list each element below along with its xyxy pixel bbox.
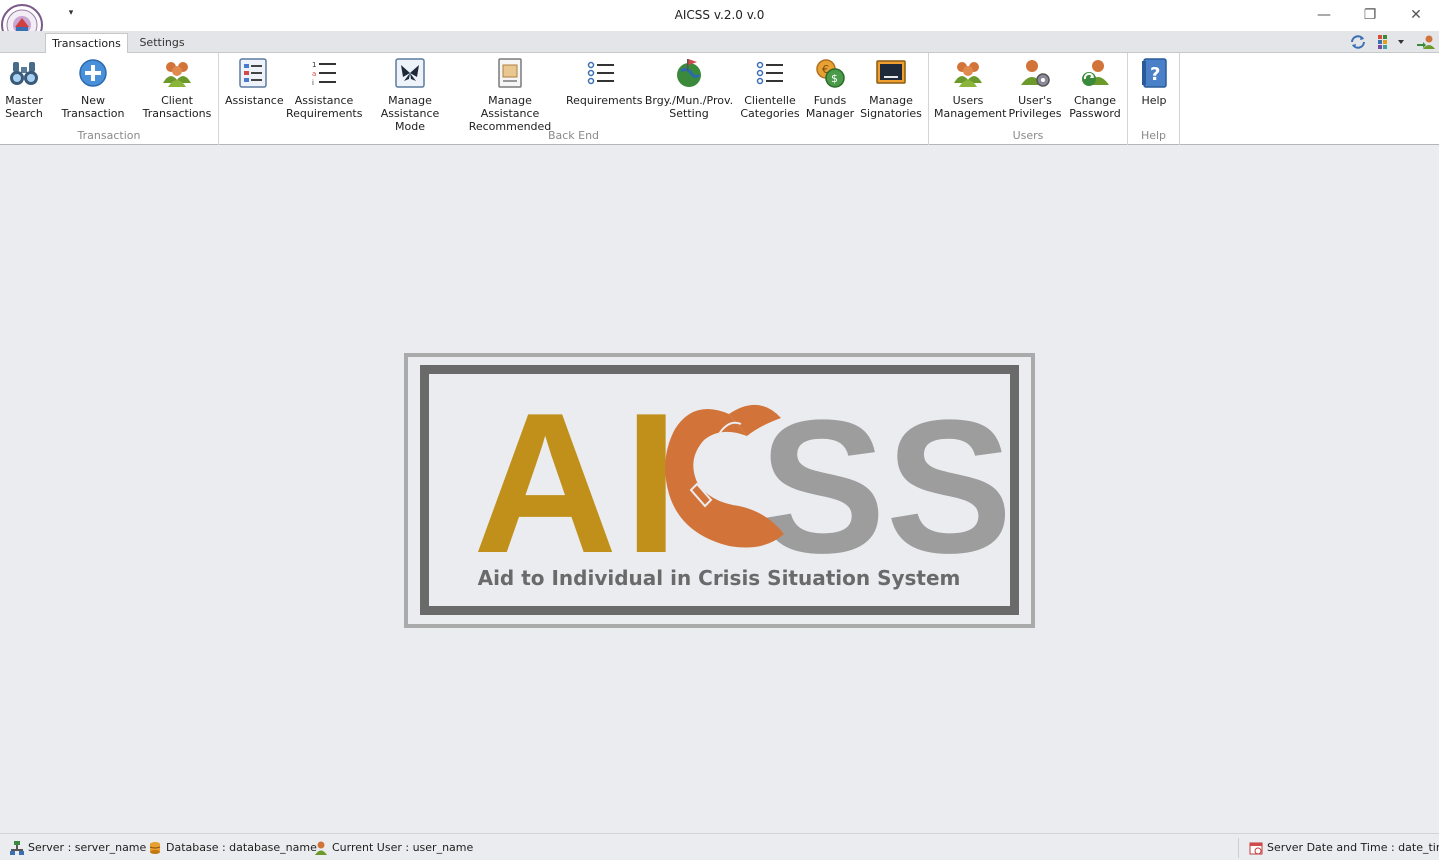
coins-icon: € $ bbox=[816, 59, 845, 88]
manage-assistance-recommended-button[interactable]: Manage Assistance Recommended bbox=[460, 57, 560, 133]
bullet-list-icon bbox=[587, 61, 614, 85]
status-separator bbox=[1238, 838, 1239, 858]
aicss-logo: AI SS Aid to Individual in Crisis Situat… bbox=[404, 353, 1035, 628]
logo-tagline: Aid to Individual in Crisis Situation Sy… bbox=[478, 566, 961, 590]
button-label: Change Password bbox=[1069, 94, 1121, 120]
button-label: Users Management bbox=[934, 94, 1007, 120]
manage-assistance-mode-button[interactable]: Manage Assistance Mode bbox=[368, 57, 452, 133]
restore-button[interactable]: ❐ bbox=[1347, 0, 1393, 30]
users-management-button[interactable]: Users Management bbox=[934, 57, 1007, 120]
button-label: Manage Assistance Mode bbox=[380, 94, 440, 133]
group-help: ? Help Help bbox=[1128, 53, 1180, 145]
binoculars-icon bbox=[10, 62, 38, 85]
bullet-list-icon bbox=[756, 61, 783, 85]
manage-signatories-button[interactable]: Manage Signatories bbox=[859, 57, 923, 120]
user-switch-icon[interactable] bbox=[1416, 34, 1436, 50]
status-server: Server : server_name bbox=[10, 839, 146, 857]
quick-access-dropdown[interactable]: ▾ bbox=[64, 8, 78, 22]
button-label: Brgy./Mun./Prov. Setting bbox=[644, 94, 734, 120]
logo-letters-ss-light: SS bbox=[759, 381, 1010, 593]
brgy-mun-prov-setting-button[interactable]: Brgy./Mun./Prov. Setting bbox=[643, 57, 735, 120]
list-form-icon bbox=[239, 58, 267, 88]
button-label: Manage Signatories bbox=[860, 94, 922, 120]
requirements-button[interactable]: Requirements bbox=[566, 57, 643, 107]
button-label: Master Search bbox=[5, 94, 43, 120]
new-transaction-button[interactable]: New Transaction bbox=[50, 57, 136, 120]
assistance-requirements-button[interactable]: 1 a i Assistance Requirements bbox=[286, 57, 362, 120]
user-icon bbox=[315, 841, 327, 855]
tab-transactions[interactable]: Transactions bbox=[45, 33, 128, 54]
svg-text:$: $ bbox=[831, 72, 838, 85]
close-button[interactable]: ✕ bbox=[1393, 0, 1439, 30]
logo-letters-ai: AI bbox=[473, 374, 685, 595]
monitor-icon bbox=[876, 60, 906, 84]
users-group-icon bbox=[163, 62, 191, 87]
status-user-text: Current User : user_name bbox=[332, 841, 474, 854]
logo-graphic: AI SS Aid to Individual in Crisis Situat… bbox=[473, 372, 1012, 595]
title-bar: ▾ AICSS v.2.0 v.0 — ❐ ✕ bbox=[0, 0, 1439, 46]
button-label: Requirements bbox=[566, 94, 643, 107]
minimize-button[interactable]: — bbox=[1301, 0, 1347, 30]
change-password-button[interactable]: Change Password bbox=[1067, 57, 1123, 120]
svg-text:i: i bbox=[312, 79, 314, 87]
ribbon: Master Search New Transaction Client Tra… bbox=[0, 53, 1439, 145]
group-caption: Help bbox=[1140, 129, 1167, 142]
group-caption: Back End bbox=[547, 129, 600, 142]
button-label: Manage Assistance Recommended bbox=[468, 94, 552, 133]
user-refresh-icon bbox=[1082, 60, 1109, 86]
funds-manager-button[interactable]: € $ Funds Manager bbox=[805, 57, 855, 120]
user-gear-icon bbox=[1021, 60, 1050, 87]
svg-text:1: 1 bbox=[312, 61, 316, 69]
svg-text:?: ? bbox=[1150, 64, 1160, 85]
calendar-icon bbox=[1249, 842, 1263, 855]
network-icon bbox=[10, 841, 24, 855]
status-database: Database : database_name bbox=[148, 839, 317, 857]
button-label: Assistance Requirements bbox=[286, 94, 363, 120]
button-label: Assistance bbox=[225, 94, 284, 107]
assistance-button[interactable]: Assistance bbox=[225, 57, 284, 107]
add-circle-icon bbox=[79, 59, 107, 87]
database-icon bbox=[149, 842, 161, 854]
window-title: AICSS v.2.0 v.0 bbox=[674, 8, 765, 22]
master-search-button[interactable]: Master Search bbox=[3, 57, 45, 120]
clientelle-categories-button[interactable]: Clientelle Categories bbox=[740, 57, 800, 120]
users-privileges-button[interactable]: User's Privileges bbox=[1007, 57, 1063, 120]
button-label: Clientelle Categories bbox=[740, 94, 800, 120]
users-group-icon bbox=[954, 62, 982, 87]
group-transaction: Master Search New Transaction Client Tra… bbox=[0, 53, 219, 145]
status-datetime: Server Date and Time : date_time bbox=[1249, 839, 1439, 857]
status-server-text: Server : server_name bbox=[28, 841, 147, 854]
button-label: Funds Manager bbox=[805, 94, 855, 120]
status-current-user: Current User : user_name bbox=[314, 839, 473, 857]
status-database-text: Database : database_name bbox=[166, 841, 317, 854]
group-back-end: Assistance 1 a i Assistance Requirements… bbox=[219, 53, 929, 145]
help-book-icon: ? bbox=[1142, 58, 1167, 88]
group-caption: Transaction bbox=[77, 129, 141, 142]
globe-flag-icon bbox=[677, 59, 701, 87]
status-bar: Server : server_name Database : database… bbox=[0, 833, 1439, 860]
button-label: Client Transactions bbox=[142, 94, 212, 120]
svg-text:a: a bbox=[312, 70, 316, 78]
button-label: Help bbox=[1141, 94, 1167, 107]
tab-settings[interactable]: Settings bbox=[132, 33, 192, 54]
group-caption: Users bbox=[1012, 129, 1044, 142]
ribbon-tab-strip: Transactions Settings bbox=[0, 31, 1439, 54]
numbered-list-icon: 1 a i bbox=[312, 61, 336, 87]
logo-inner-frame: AI SS Aid to Individual in Crisis Situat… bbox=[420, 365, 1019, 615]
help-button[interactable]: ? Help bbox=[1132, 57, 1176, 107]
status-datetime-text: Server Date and Time : date_time bbox=[1267, 841, 1439, 854]
style-palette-icon[interactable] bbox=[1376, 34, 1408, 50]
button-label: New Transaction bbox=[61, 94, 125, 120]
document-icon bbox=[498, 58, 522, 88]
main-workspace: AI SS Aid to Individual in Crisis Situat… bbox=[0, 146, 1439, 833]
group-users: Users Management User's Privileges Chang… bbox=[929, 53, 1128, 145]
refresh-icon[interactable] bbox=[1348, 34, 1368, 50]
client-transactions-button[interactable]: Client Transactions bbox=[142, 57, 212, 120]
butterfly-icon bbox=[395, 58, 425, 88]
button-label: User's Privileges bbox=[1008, 94, 1062, 120]
